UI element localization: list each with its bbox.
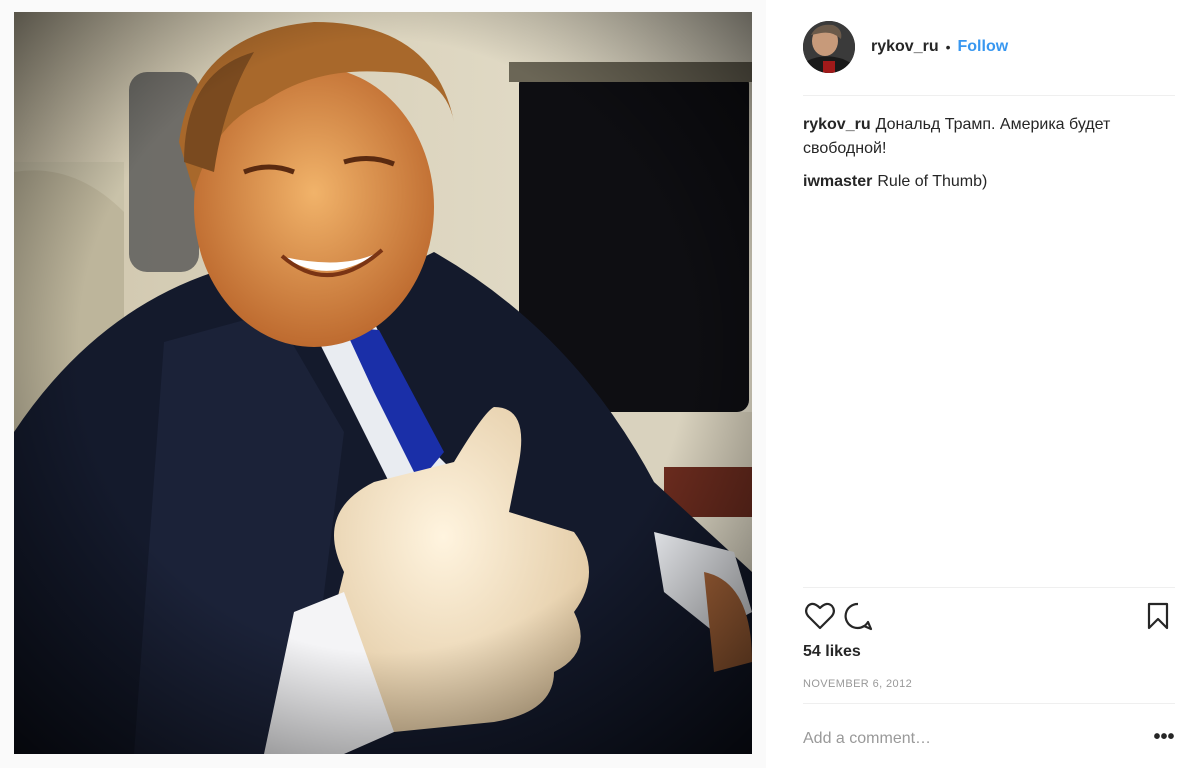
heart-icon bbox=[805, 602, 835, 630]
separator-dot: • bbox=[945, 39, 951, 55]
comment-username[interactable]: rykov_ru bbox=[803, 116, 871, 133]
save-button[interactable] bbox=[1141, 599, 1175, 633]
more-options-button[interactable]: ••• bbox=[1152, 727, 1176, 751]
comment-username[interactable]: iwmaster bbox=[803, 173, 872, 190]
add-comment-input[interactable] bbox=[803, 727, 1133, 751]
comments-list: rykov_ru Дональд Трамп. Америка будет сво… bbox=[803, 113, 1173, 203]
username-link[interactable]: rykov_ru bbox=[871, 38, 939, 56]
bookmark-icon bbox=[1147, 602, 1169, 630]
comment-item: iwmaster Rule of Thumb) bbox=[803, 170, 1173, 194]
post-side-panel: rykov_ru • Follow rykov_ru Дональд Трамп.… bbox=[770, 0, 1200, 768]
post-photo[interactable] bbox=[14, 12, 752, 754]
comment-divider bbox=[803, 703, 1175, 704]
header-divider bbox=[803, 95, 1175, 96]
comment-icon bbox=[844, 602, 873, 631]
comment-item: rykov_ru Дональд Трамп. Америка будет сво… bbox=[803, 113, 1173, 161]
follow-button[interactable]: Follow bbox=[958, 38, 1009, 56]
post-header: rykov_ru • Follow bbox=[803, 18, 1175, 76]
like-button[interactable] bbox=[803, 599, 837, 633]
avatar[interactable] bbox=[803, 21, 855, 73]
likes-count[interactable]: 54 likes bbox=[803, 643, 861, 661]
photo-image bbox=[14, 12, 752, 754]
comment-button[interactable] bbox=[841, 599, 875, 633]
action-bar bbox=[803, 598, 1175, 634]
post-photo-container bbox=[0, 0, 766, 768]
post-date[interactable]: NOVEMBER 6, 2012 bbox=[803, 678, 912, 690]
comment-text: Rule of Thumb) bbox=[877, 173, 988, 190]
user-avatar bbox=[803, 21, 855, 73]
actions-divider bbox=[803, 587, 1175, 588]
